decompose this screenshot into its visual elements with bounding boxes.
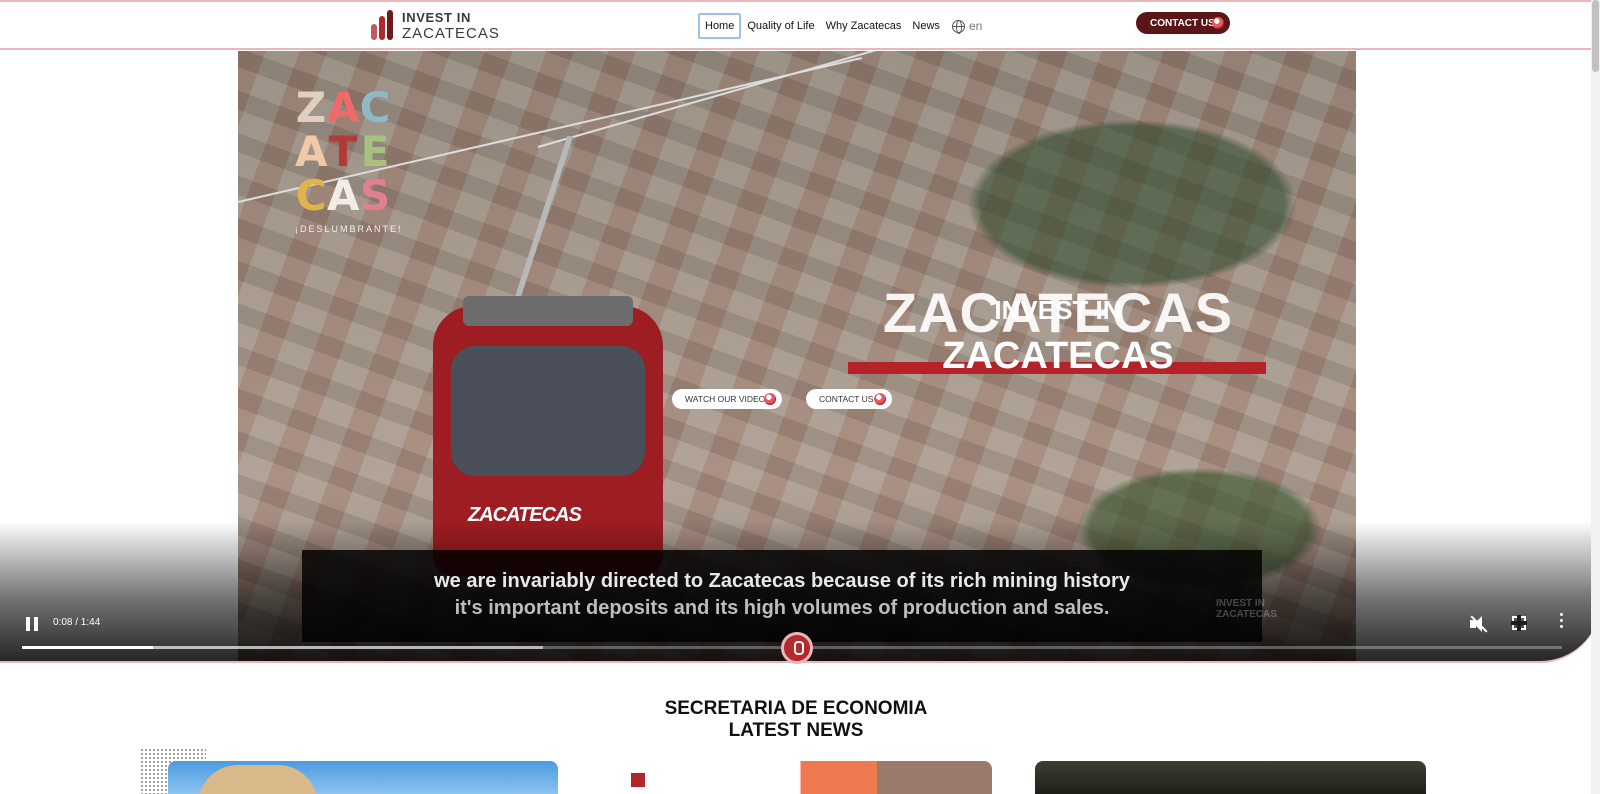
watch-video-button[interactable]: WATCH OUR VIDEO [672,389,782,409]
cable-car-hanger [508,136,628,316]
button-dot-icon [1212,17,1224,29]
language-label: en [968,19,983,33]
language-selector[interactable]: en [951,19,983,34]
logo-line2: ZACATECAS [402,25,500,42]
nav-quality-of-life[interactable]: Quality of Life [742,16,819,36]
video-played [22,646,153,649]
hero-contact-button[interactable]: CONTACT US [806,389,892,409]
news-card[interactable] [1035,761,1426,794]
nav-home[interactable]: Home [698,13,742,39]
contact-us-button[interactable]: CONTACT US [1136,12,1230,34]
news-heading-line1: SECRETARIA DE ECONOMIA [664,698,928,719]
contact-us-label: CONTACT US [1150,17,1215,29]
watch-video-label: WATCH OUR VIDEO [685,394,766,404]
news-heading: SECRETARIA DE ECONOMIA LATEST NEWS [600,698,992,742]
video-captions: we are invariably directed to Zacatecas … [302,550,1262,642]
caption-line1: we are invariably directed to Zacatecas … [434,570,1130,592]
more-options-icon[interactable] [1560,613,1564,631]
video-watermark: INVEST IN ZACATECAS [1216,598,1277,620]
news-heading-line2: LATEST NEWS [728,720,864,741]
news-card[interactable] [609,761,992,794]
pause-icon[interactable] [26,617,38,631]
site-logo[interactable]: INVEST IN ZACATECAS [370,10,500,42]
zacatecas-brand-logo: Z A C A T E C A S ¡DESLUMBRANTE! [295,83,403,235]
zacatecas-tagline: ¡DESLUMBRANTE! [295,224,403,234]
page-scrollbar[interactable] [1591,0,1600,794]
mute-icon[interactable] [1468,615,1488,633]
logo-text: INVEST IN ZACATECAS [402,11,500,41]
nav-why-zacatecas[interactable]: Why Zacatecas [821,16,907,36]
main-nav: Home Quality of Life Why Zacatecas News … [698,12,982,40]
hero-contact-label: CONTACT US [819,394,874,404]
globe-icon [951,19,965,34]
hero-section: ZACATECAS Z A C A T E C A S ¡DESLUMBRANT… [0,51,1600,663]
hero-title-line2: ZACATECAS [942,335,1174,377]
hero-title-line1: INVEST IN [994,295,1122,325]
nav-news[interactable]: News [907,16,945,36]
button-dot-icon [874,393,886,405]
cable-line [537,51,943,148]
news-card[interactable] [168,761,558,794]
button-dot-icon [764,393,776,405]
scroll-down-icon[interactable] [781,632,813,664]
logo-bars-icon [370,10,398,42]
video-time: 0:08 / 1:44 [53,617,101,628]
logo-line1: INVEST IN [402,10,471,25]
fullscreen-icon[interactable] [1511,615,1527,631]
caption-line2: it's important deposits and its high vol… [454,597,1110,619]
site-header: INVEST IN ZACATECAS Home Quality of Life… [0,0,1600,50]
zacatecas-logo-letters: Z A C A T E C A S [295,83,391,220]
